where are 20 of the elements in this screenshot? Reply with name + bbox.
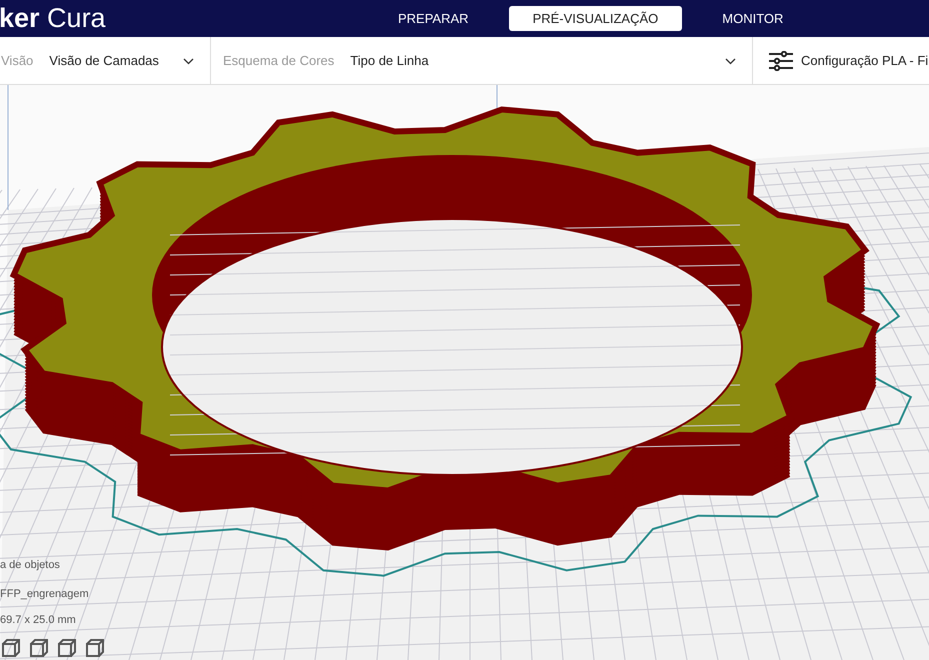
chevron-icon bbox=[725, 58, 736, 64]
view-label: Visão bbox=[1, 52, 34, 70]
app-logo: ker Cura bbox=[0, 5, 107, 32]
nav-tab[interactable]: PREPARAR bbox=[374, 6, 493, 32]
view-dropdown[interactable]: Visão de Camadas bbox=[49, 51, 210, 71]
chevron-icon bbox=[183, 58, 194, 64]
object-list-title: a de objetos bbox=[0, 558, 60, 573]
settings-sliders-icon[interactable] bbox=[769, 50, 793, 70]
view-cube-icon[interactable] bbox=[57, 638, 77, 658]
object-dimensions: 69.7 x 25.0 mm bbox=[0, 613, 76, 628]
view-cube-icon[interactable] bbox=[1, 638, 21, 658]
object-name: FFP_engrenagem bbox=[0, 587, 89, 602]
print-settings-button[interactable]: Configuração PLA - Fi bbox=[801, 50, 928, 70]
color-scheme-label: Esquema de Cores bbox=[223, 52, 334, 70]
color-scheme-dropdown[interactable]: Tipo de Linha bbox=[350, 51, 752, 71]
view-cube-icon[interactable] bbox=[29, 638, 49, 658]
view-cube-icon[interactable] bbox=[85, 638, 105, 658]
nav-tab[interactable]: MONITOR bbox=[698, 6, 808, 32]
nav-tab[interactable]: PRÉ-VISUALIZAÇÃO bbox=[508, 6, 682, 32]
gear-layer-view-drawing[interactable] bbox=[0, 85, 929, 660]
